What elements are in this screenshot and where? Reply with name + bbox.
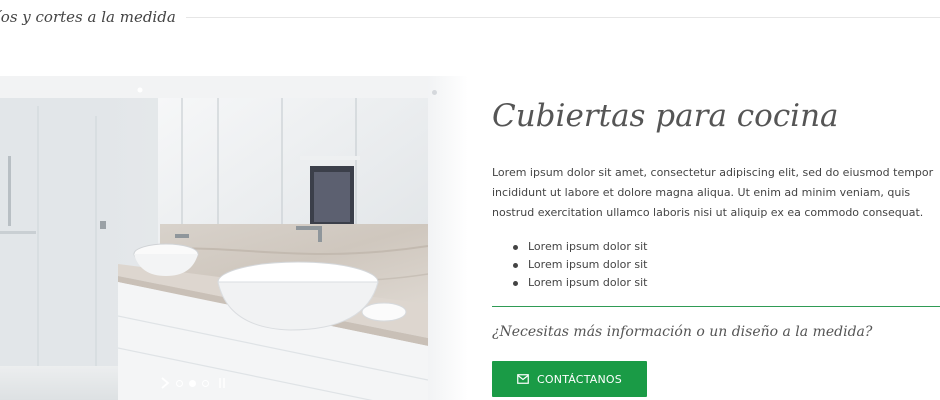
section-divider-green bbox=[492, 306, 940, 307]
contact-button[interactable]: CONTÁCTANOS bbox=[492, 361, 647, 397]
envelope-icon bbox=[517, 374, 529, 384]
feature-item: Lorem ipsum dolor sit bbox=[492, 238, 648, 256]
contact-button-label: CONTÁCTANOS bbox=[537, 372, 622, 386]
section-heading: íos y cortes a la medida bbox=[0, 8, 176, 26]
slider-dot-1[interactable] bbox=[176, 379, 183, 387]
decorative-dot bbox=[432, 90, 437, 95]
product-description: Lorem ipsum dolor sit amet, consectetur … bbox=[492, 166, 934, 219]
pause-icon[interactable] bbox=[219, 378, 227, 388]
section-divider bbox=[185, 16, 940, 18]
slider-controls bbox=[160, 377, 227, 389]
feature-item: Lorem ipsum dolor sit bbox=[492, 274, 648, 292]
next-arrow-icon[interactable] bbox=[160, 377, 170, 389]
slider-dot-2[interactable] bbox=[189, 379, 196, 387]
cta-question: ¿Necesitas más información o un diseño a… bbox=[492, 324, 873, 340]
feature-list: Lorem ipsum dolor sit Lorem ipsum dolor … bbox=[492, 238, 648, 292]
feature-item: Lorem ipsum dolor sit bbox=[492, 256, 648, 274]
section-header: íos y cortes a la medida bbox=[0, 5, 940, 29]
slider-dot-3[interactable] bbox=[202, 379, 209, 387]
product-photo[interactable] bbox=[0, 76, 428, 400]
product-title: Cubiertas para cocina bbox=[492, 98, 839, 134]
photo-fade bbox=[428, 76, 468, 400]
